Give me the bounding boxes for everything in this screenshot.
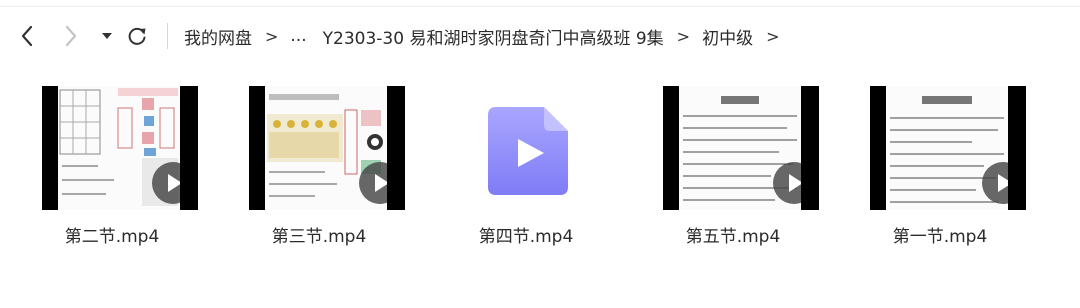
file-name: 第四节.mp4: [478, 227, 574, 247]
forward-button[interactable]: [58, 22, 84, 50]
video-thumbnail: [663, 86, 819, 210]
thumbnail-frame: [265, 86, 387, 210]
file-tile[interactable]: 第五节.mp4: [645, 86, 821, 264]
file-browser-window: 我的网盘 > ... Y2303-30 易和湖时家阴盘奇门中高级班 9集 > 初…: [0, 0, 1080, 308]
toolbar-separator: [167, 23, 168, 49]
breadcrumb-ellipsis[interactable]: ...: [290, 26, 306, 46]
history-dropdown-button[interactable]: [94, 22, 120, 50]
video-thumbnail: [249, 86, 405, 210]
thumbnail-frame: [679, 86, 801, 210]
file-tile[interactable]: 第三节.mp4: [231, 86, 407, 264]
file-name: 第一节.mp4: [892, 227, 988, 247]
video-thumbnail: [42, 86, 198, 210]
thumbnail-frame: [58, 86, 180, 210]
breadcrumb-root[interactable]: 我的网盘: [184, 24, 252, 49]
file-name: 第五节.mp4: [685, 227, 781, 247]
file-tile[interactable]: 第四节.mp4: [438, 86, 614, 264]
breadcrumb-folder[interactable]: Y2303-30 易和湖时家阴盘奇门中高级班 9集: [323, 24, 664, 49]
thumbnail-frame: [886, 86, 1008, 210]
file-name: 第二节.mp4: [64, 227, 160, 247]
caret-down-icon: [102, 33, 112, 39]
refresh-icon: [128, 27, 146, 45]
back-button[interactable]: [14, 22, 40, 50]
arrow-left-icon: [21, 25, 33, 47]
navigation-toolbar: 我的网盘 > ... Y2303-30 易和湖时家阴盘奇门中高级班 9集 > 初…: [0, 0, 1080, 70]
refresh-button[interactable]: [124, 22, 150, 50]
breadcrumb: 我的网盘 > ... Y2303-30 易和湖时家阴盘奇门中高级班 9集 > 初…: [184, 22, 791, 50]
breadcrumb-separator: >: [265, 26, 279, 46]
file-tile[interactable]: 第二节.mp4: [24, 86, 200, 264]
video-file-icon: [488, 107, 568, 195]
breadcrumb-separator: >: [676, 26, 691, 46]
arrow-right-icon: [65, 25, 77, 47]
breadcrumb-current[interactable]: 初中级: [702, 24, 753, 49]
breadcrumb-separator: >: [766, 26, 780, 46]
file-name: 第三节.mp4: [271, 227, 367, 247]
video-thumbnail: [870, 86, 1026, 210]
top-divider: [0, 6, 1080, 7]
file-tile[interactable]: 第一节.mp4: [852, 86, 1028, 264]
file-grid: 第二节.mp4 第三节.mp4 第四节.mp4 第五节.mp4 第一节.mp4: [0, 70, 1080, 308]
